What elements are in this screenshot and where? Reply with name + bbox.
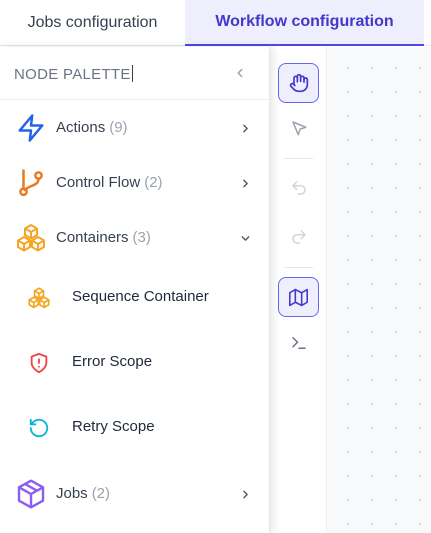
toolbar-divider: [326, 47, 327, 533]
category-label: Control Flow (2): [56, 174, 163, 191]
actions-icon-wrap: [14, 111, 48, 145]
category-name: Control Flow: [56, 174, 141, 191]
git-branch-icon: [19, 169, 43, 197]
redo-icon: [291, 230, 306, 244]
palette-title-text: NODE PALETTE: [14, 66, 131, 83]
tab-label: Jobs configuration: [27, 14, 158, 31]
palette-title: NODE PALETTE: [14, 65, 133, 83]
node-retry-scope[interactable]: Retry Scope: [0, 402, 270, 452]
node-label: Sequence Container: [72, 288, 209, 305]
error-scope-icon-wrap: [26, 350, 52, 376]
redo-button[interactable]: [278, 217, 319, 257]
chevron-right-icon: [242, 490, 248, 498]
tab-bar-spacer: [424, 0, 431, 45]
category-name: Actions: [56, 119, 106, 136]
toolbar-separator: [284, 158, 313, 159]
control-flow-icon-wrap: [14, 166, 48, 200]
text-cursor: [131, 65, 133, 82]
cube-icon: [17, 479, 45, 509]
map-icon: [289, 288, 308, 306]
retry-scope-icon-wrap: [26, 415, 52, 441]
console-button[interactable]: [278, 323, 319, 363]
hand-icon: [289, 73, 308, 93]
tab-bar: Jobs configuration Workflow configuratio…: [0, 0, 431, 46]
expand-chevron: [236, 119, 254, 137]
node-palette: NODE PALETTE Actions (9) Control Flow (2): [0, 47, 270, 533]
lightning-bolt-icon: [18, 114, 44, 142]
tab-jobs-configuration[interactable]: Jobs configuration: [0, 0, 185, 46]
undo-button[interactable]: [278, 168, 319, 208]
node-error-scope[interactable]: Error Scope: [0, 337, 270, 387]
chevron-left-icon: [237, 68, 243, 78]
toolbar-separator: [284, 267, 313, 268]
workflow-canvas[interactable]: [270, 47, 431, 533]
category-count: (2): [91, 485, 111, 502]
chevron-right-icon: [242, 124, 248, 132]
undo-icon: [291, 181, 306, 195]
category-actions[interactable]: Actions (9): [0, 103, 270, 153]
collapse-chevron: [236, 229, 254, 247]
node-sequence-container[interactable]: Sequence Container: [0, 272, 270, 322]
category-count: (3): [132, 229, 151, 246]
shield-alert-icon: [30, 352, 48, 374]
category-count: (2): [144, 174, 163, 191]
rotate-ccw-icon: [29, 418, 49, 438]
node-label: Error Scope: [72, 353, 153, 370]
category-count: (9): [109, 119, 128, 136]
expand-chevron: [236, 174, 254, 192]
sequence-container-icon-wrap: [26, 285, 52, 311]
collapse-palette-button[interactable]: [230, 63, 250, 83]
category-containers[interactable]: Containers (3): [0, 213, 270, 263]
category-label: Jobs (2): [56, 485, 110, 502]
boxes-icon: [17, 224, 45, 252]
boxes-icon: [28, 287, 50, 309]
expand-chevron: [236, 485, 254, 503]
select-pointer-tool[interactable]: [278, 108, 319, 148]
chevron-down-icon: [241, 235, 249, 241]
palette-header: NODE PALETTE: [0, 47, 270, 100]
category-name: Containers: [56, 229, 129, 246]
tab-label: Workflow configuration: [215, 13, 394, 30]
containers-icon-wrap: [14, 221, 48, 255]
node-label: Retry Scope: [72, 418, 155, 435]
category-label: Actions (9): [56, 119, 128, 136]
category-label: Containers (3): [56, 229, 151, 246]
chevron-right-icon: [242, 179, 248, 187]
pointer-icon: [291, 121, 306, 136]
pan-hand-tool[interactable]: [278, 63, 319, 103]
jobs-icon-wrap: [14, 477, 48, 511]
category-jobs[interactable]: Jobs (2): [0, 469, 270, 519]
terminal-icon: [291, 337, 306, 349]
tab-workflow-configuration[interactable]: Workflow configuration: [185, 0, 424, 46]
canvas-grid[interactable]: [327, 47, 431, 533]
minimap-toggle[interactable]: [278, 277, 319, 317]
category-name: Jobs: [56, 485, 88, 502]
category-control-flow[interactable]: Control Flow (2): [0, 158, 270, 208]
